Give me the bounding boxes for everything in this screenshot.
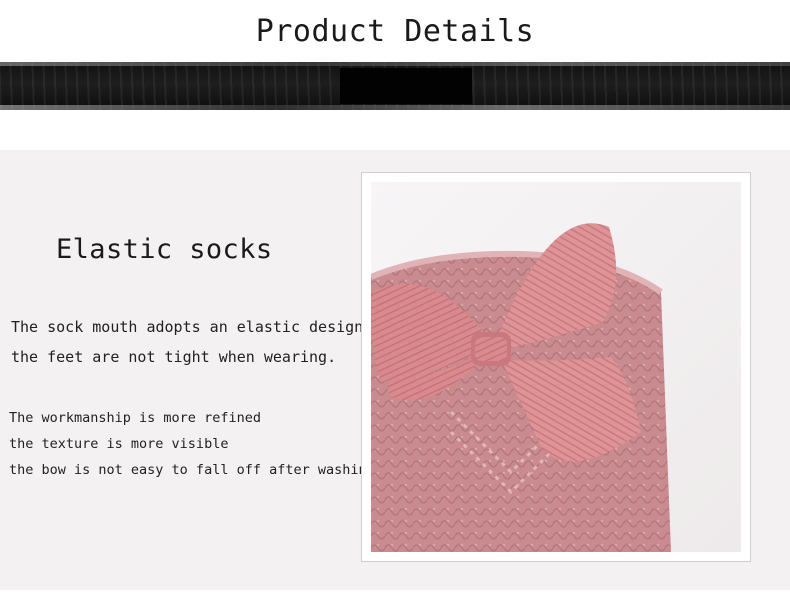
decorative-band (0, 62, 790, 110)
description-line: The sock mouth adopts an elastic design (11, 318, 364, 336)
description-line: the feet are not tight when wearing. (11, 348, 337, 366)
feature-line: the texture is more visible (9, 436, 229, 452)
description-text: The sock mouth adopts an elastic design … (11, 312, 363, 372)
feature-line: the bow is not easy to fall off after wa… (9, 462, 375, 478)
product-photo (361, 172, 751, 562)
sock-bow-illustration (371, 182, 741, 552)
feature-line: The workmanship is more refined (9, 410, 261, 426)
page-title: Product Details (255, 14, 535, 49)
feature-list: The workmanship is more refined the text… (9, 405, 375, 483)
section-heading: Elastic socks (56, 234, 273, 265)
